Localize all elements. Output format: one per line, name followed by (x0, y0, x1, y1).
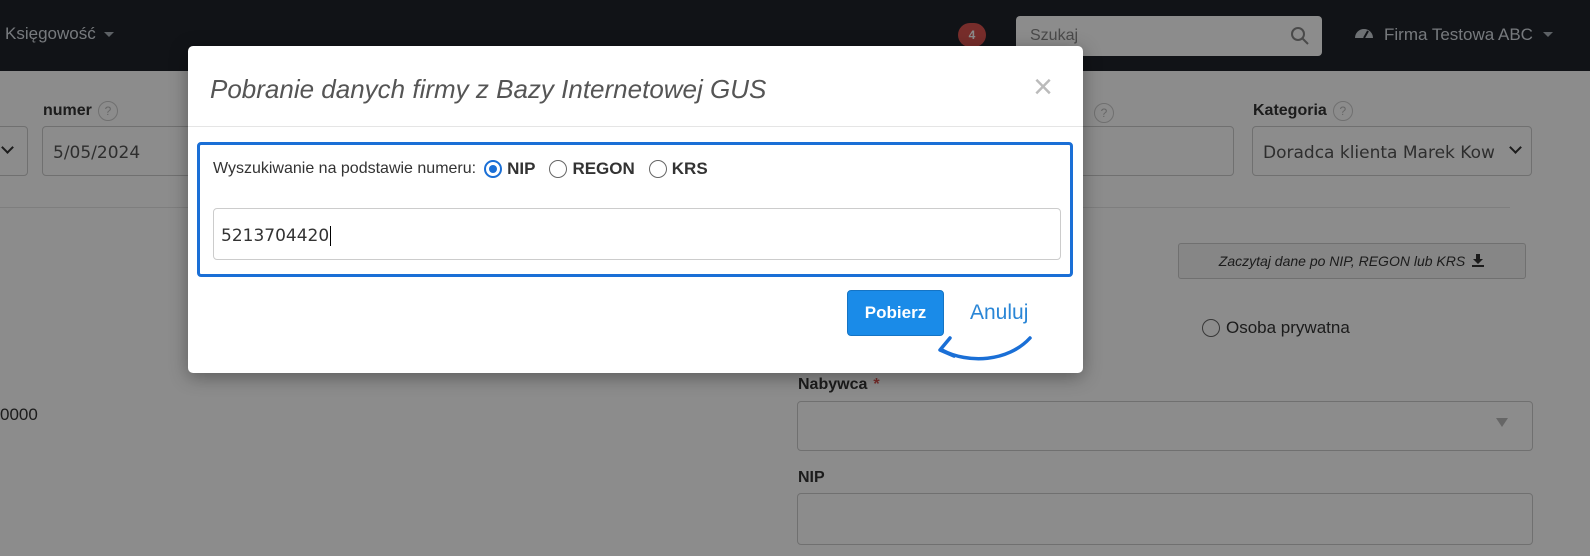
gus-fetch-dialog: Pobranie danych firmy z Bazy Internetowe… (188, 46, 1083, 373)
company-number-input[interactable]: 5213704420 (213, 208, 1061, 260)
radio-circle (549, 160, 568, 178)
company-number-value: 5213704420 (221, 226, 332, 246)
radio-krs[interactable]: KRS (648, 159, 708, 179)
search-by-group: Wyszukiwanie na podstawie numeru: NIP RE… (213, 159, 708, 179)
cancel-link[interactable]: Anuluj (970, 301, 1028, 325)
radio-krs-label: KRS (671, 159, 708, 178)
radio-nip-label: NIP (507, 159, 536, 178)
annotation-arrow-icon (938, 336, 1032, 361)
search-by-label: Wyszukiwanie na podstawie numeru: (213, 160, 477, 177)
text-cursor (330, 226, 332, 246)
radio-nip[interactable]: NIP (484, 159, 535, 179)
company-number-text: 5213704420 (221, 226, 330, 246)
radio-circle-checked (484, 160, 503, 178)
dialog-divider (188, 126, 1083, 127)
close-icon[interactable]: × (1033, 70, 1053, 104)
dialog-title: Pobranie danych firmy z Bazy Internetowe… (210, 74, 767, 104)
radio-regon-label: REGON (572, 159, 635, 178)
radio-circle (648, 160, 667, 178)
search-highlight-box: Wyszukiwanie na podstawie numeru: NIP RE… (197, 142, 1073, 277)
radio-regon[interactable]: REGON (549, 159, 635, 179)
